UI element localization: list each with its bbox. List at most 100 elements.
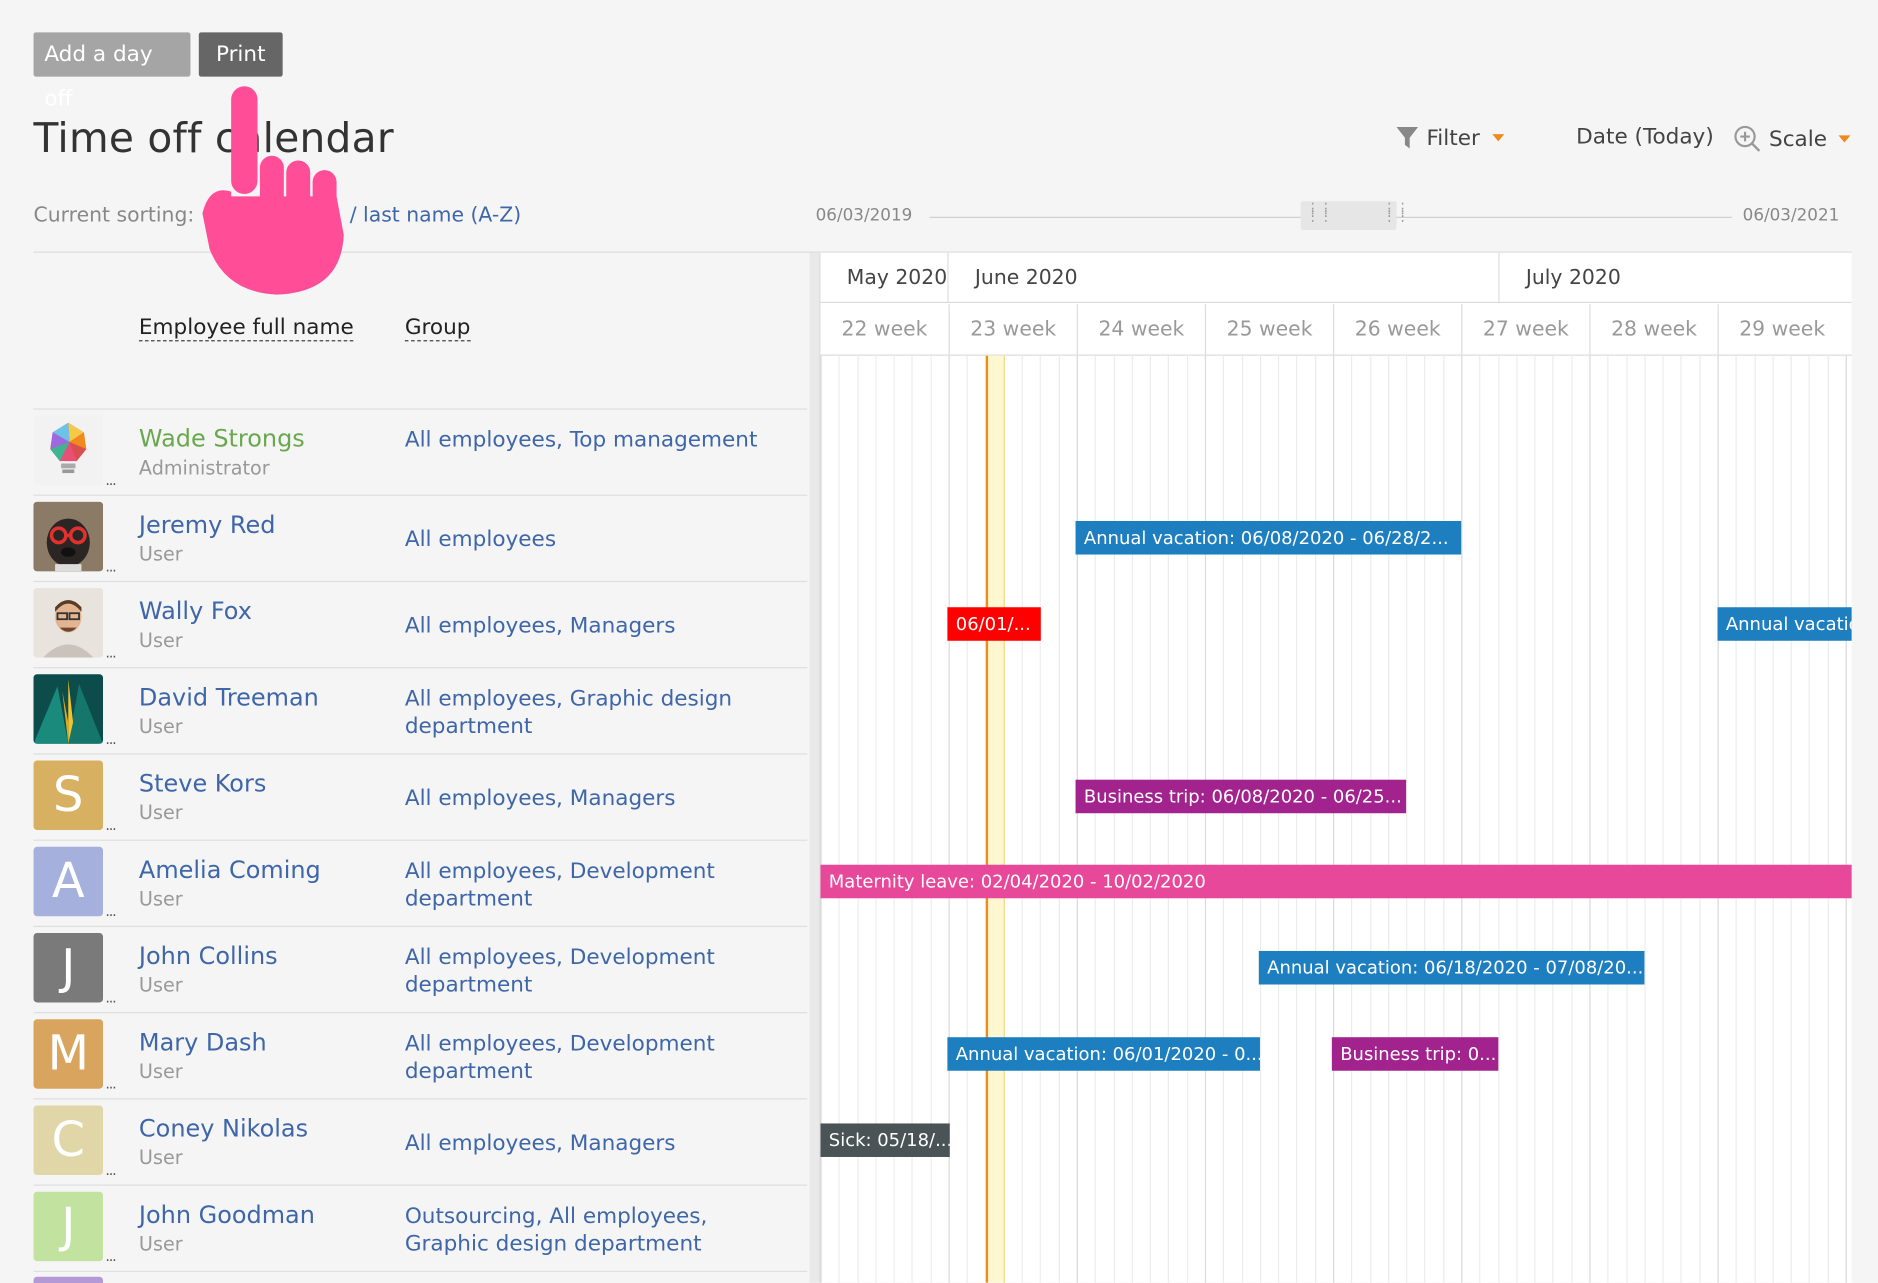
- week-header: 22 week 23 week 24 week 25 week 26 week …: [820, 304, 1852, 356]
- filter-dropdown[interactable]: Filter: [1395, 125, 1504, 151]
- more-icon[interactable]: ...: [105, 903, 116, 920]
- more-icon[interactable]: ...: [105, 1076, 116, 1093]
- dog-with-glasses-icon: [33, 501, 104, 572]
- grid-line: [1735, 355, 1737, 1283]
- grid-line: [1242, 355, 1244, 1283]
- drag-handle-icon[interactable]: ⋮⋮ ⋮⋮: [1305, 201, 1333, 227]
- add-day-off-button[interactable]: Add a day off: [33, 32, 191, 111]
- avatar[interactable]: [33, 674, 104, 744]
- avatar[interactable]: S: [33, 760, 104, 831]
- time-off-bar[interactable]: Annual vacation: 06/01/2020 - 0...: [947, 1037, 1260, 1071]
- chevron-down-icon: [1491, 134, 1504, 142]
- time-off-bar[interactable]: Business trip: 0...: [1331, 1037, 1499, 1071]
- print-button[interactable]: Print: [198, 32, 283, 77]
- week-label: 24 week: [1076, 304, 1205, 356]
- drag-handle-icon[interactable]: ⋮⋮ ⋮⋮: [1382, 201, 1410, 227]
- employee-name[interactable]: Steve Kors: [139, 769, 266, 798]
- employee-name[interactable]: Mary Dash: [139, 1028, 267, 1057]
- more-icon[interactable]: ...: [105, 1162, 116, 1179]
- employee-name[interactable]: David Treeman: [139, 683, 319, 712]
- avatar[interactable]: [33, 501, 104, 572]
- employee-row: ... Wade Strongs Administrator All emplo…: [33, 408, 808, 494]
- grid-line: [1021, 355, 1023, 1283]
- more-icon[interactable]: ...: [105, 558, 116, 575]
- grid-line: [1461, 355, 1463, 1283]
- employee-row: ... David Treeman User All employees, Gr…: [33, 667, 808, 753]
- more-icon[interactable]: ...: [105, 472, 116, 489]
- more-icon[interactable]: ...: [105, 989, 116, 1006]
- employee-name[interactable]: Wade Strongs: [139, 424, 305, 453]
- employee-name[interactable]: Wally Fox: [139, 596, 252, 625]
- range-slider-thumb[interactable]: ⋮⋮ ⋮⋮ ⋮⋮ ⋮⋮: [1300, 201, 1410, 230]
- employee-group[interactable]: All employees, Graphic design department: [405, 685, 764, 740]
- month-label: May 2020: [846, 265, 948, 290]
- scale-dropdown[interactable]: Scale: [1733, 125, 1851, 154]
- time-off-bar[interactable]: 06/01/...: [947, 607, 1041, 641]
- employee-group[interactable]: Outsourcing, All employees, Graphic desi…: [405, 1202, 764, 1257]
- grid-line: [1717, 355, 1719, 1283]
- panel-splitter[interactable]: [809, 252, 820, 1283]
- time-off-bar[interactable]: Business trip: 06/08/2020 - 06/25...: [1075, 779, 1407, 814]
- grid-line: [1626, 355, 1628, 1283]
- avatar[interactable]: M: [33, 1019, 104, 1089]
- avatar[interactable]: [33, 415, 104, 486]
- grid-line: [1516, 355, 1518, 1283]
- scale-label: Scale: [1769, 126, 1828, 152]
- employee-row: S ... Steve Kors User All employees, Man…: [33, 753, 808, 839]
- column-header-group[interactable]: Group: [404, 316, 471, 342]
- man-portrait-icon: [33, 588, 104, 658]
- week-label: 29 week: [1717, 304, 1846, 356]
- time-off-bar[interactable]: Annual vacation: 06/08/2020 - 06/28/2...: [1075, 520, 1462, 555]
- grid-line: [1699, 355, 1701, 1283]
- grid-line: [1277, 355, 1280, 1283]
- column-header-name[interactable]: Employee full name: [138, 316, 354, 342]
- employee-group[interactable]: All employees, Development department: [405, 944, 764, 999]
- time-off-bar[interactable]: Annual vacatio: [1717, 607, 1852, 641]
- more-icon[interactable]: ...: [105, 731, 116, 748]
- grid-line: [1680, 355, 1682, 1283]
- employee-group[interactable]: All employees, Managers: [405, 1129, 764, 1157]
- employee-group[interactable]: All employees, Top management: [405, 426, 764, 454]
- avatar[interactable]: C: [33, 1105, 104, 1175]
- tropical-leaf-icon: [33, 674, 104, 744]
- grid-line: [1113, 355, 1116, 1283]
- employee-name[interactable]: Coney Nikolas: [139, 1114, 308, 1143]
- grid-line: [1552, 355, 1554, 1283]
- grid-line: [1607, 355, 1609, 1283]
- time-off-bar[interactable]: Sick: 05/18/...: [820, 1123, 950, 1157]
- avatar[interactable]: [33, 588, 104, 658]
- employee-name[interactable]: John Collins: [139, 941, 278, 970]
- grid-line: [1388, 355, 1390, 1283]
- sorting-link[interactable]: / last name (A-Z): [350, 204, 521, 228]
- grid-line: [1498, 355, 1500, 1283]
- employee-name[interactable]: Amelia Coming: [139, 855, 321, 884]
- grid-line: [1204, 355, 1207, 1283]
- avatar[interactable]: J: [33, 933, 104, 1003]
- funnel-icon: [1396, 126, 1419, 149]
- date-label: Date (Today): [1576, 124, 1714, 150]
- employee-group[interactable]: All employees, Development department: [405, 1030, 764, 1085]
- employee-role: User: [138, 887, 183, 911]
- time-off-bar[interactable]: Maternity leave: 02/04/2020 - 10/02/2020: [820, 864, 1852, 899]
- grid-line: [1662, 355, 1664, 1283]
- employee-row: M ... Mary Dash User All employees, Deve…: [33, 1012, 808, 1098]
- date-today-button[interactable]: Date (Today): [1576, 125, 1714, 150]
- employee-name[interactable]: John Goodman: [139, 1200, 315, 1229]
- grid-line: [1571, 355, 1573, 1283]
- month-label: July 2020: [1498, 252, 1851, 304]
- employee-group[interactable]: All employees, Managers: [405, 612, 764, 640]
- employee-name[interactable]: Jeremy Red: [139, 510, 276, 539]
- employee-group[interactable]: All employees, Development department: [405, 858, 764, 913]
- more-icon[interactable]: ...: [105, 817, 116, 834]
- more-icon[interactable]: ...: [105, 644, 116, 661]
- avatar[interactable]: J: [33, 1191, 104, 1262]
- avatar[interactable]: A: [33, 846, 104, 917]
- today-marker: [985, 355, 989, 1283]
- employee-group[interactable]: All employees: [405, 526, 764, 554]
- time-off-bar[interactable]: Annual vacation: 06/18/2020 - 07/08/20..…: [1258, 950, 1645, 985]
- more-icon[interactable]: ...: [105, 1248, 116, 1265]
- grid-line: [1370, 355, 1372, 1283]
- avatar[interactable]: [33, 1276, 104, 1283]
- employee-group[interactable]: All employees, Managers: [405, 784, 764, 812]
- grid-line: [1845, 355, 1847, 1283]
